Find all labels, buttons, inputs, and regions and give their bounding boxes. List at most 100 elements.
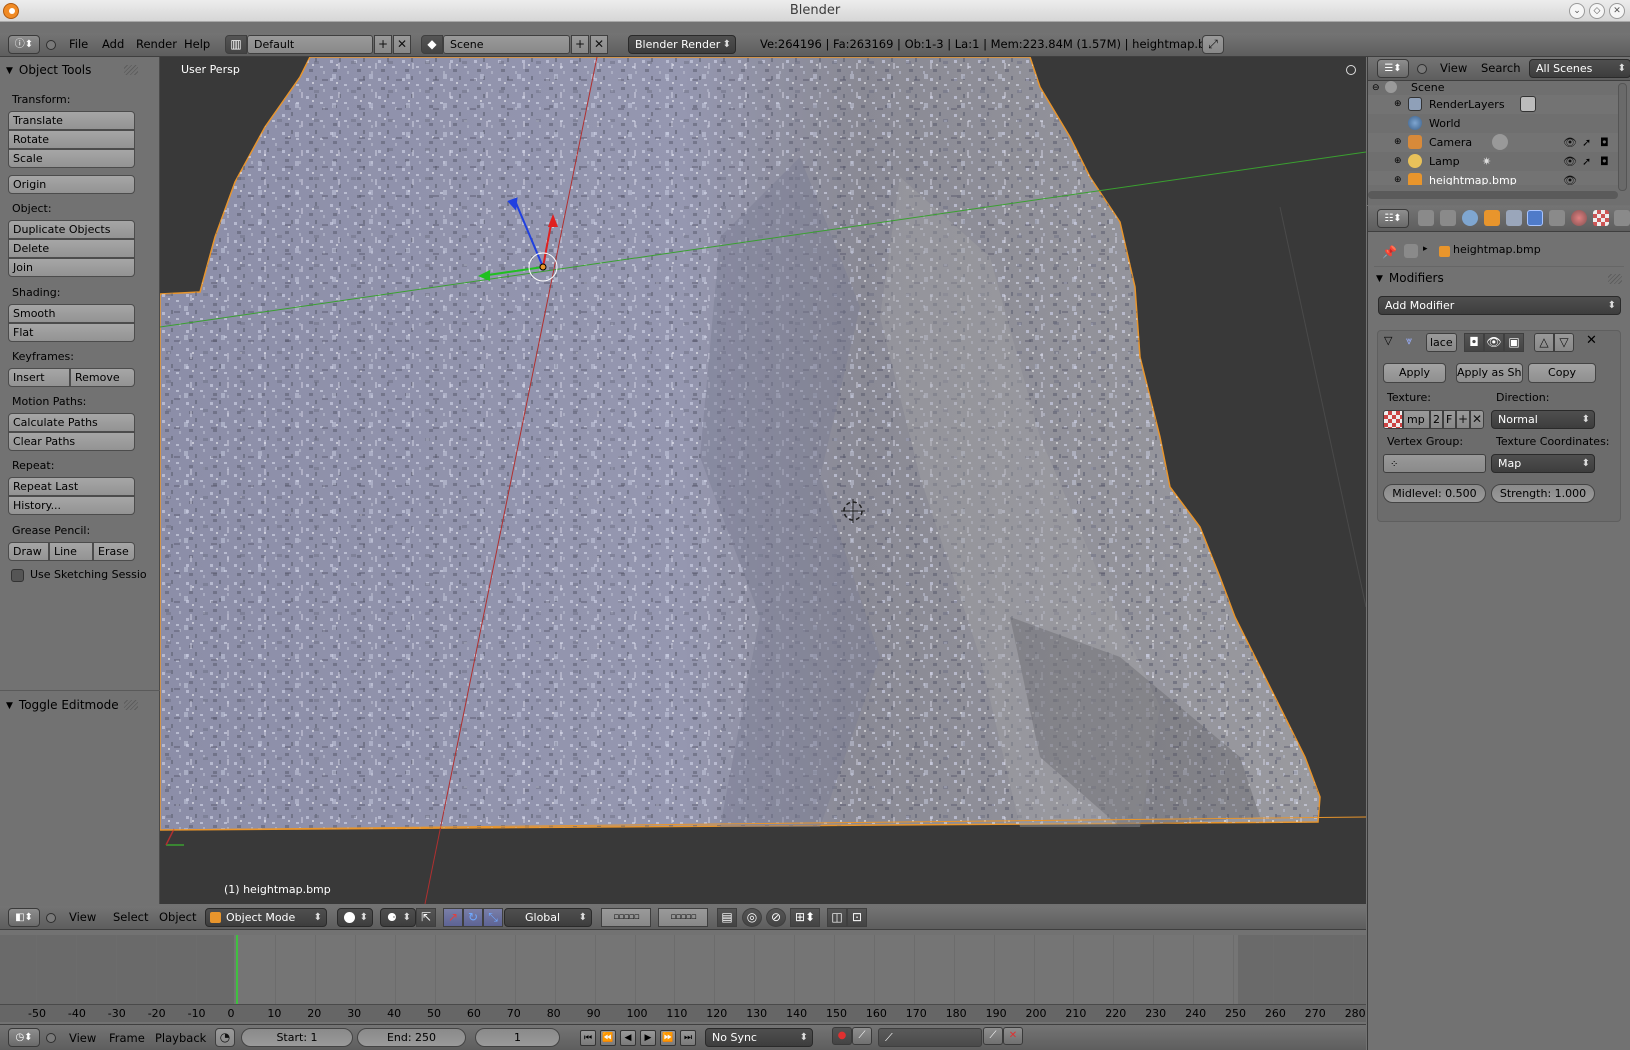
texture-tab-icon[interactable] [1593, 210, 1609, 226]
outliner-row-heightmap[interactable]: ⊕ heightmap.bmp 👁 [1368, 171, 1618, 185]
modifiers-tab-icon[interactable] [1527, 210, 1543, 226]
maximize-icon[interactable]: ◇ [1589, 3, 1605, 19]
texture-name-field[interactable]: mp [1403, 410, 1430, 429]
constraints-tab-icon[interactable] [1506, 210, 1522, 226]
panel-grip-icon[interactable] [124, 65, 138, 75]
scene-icon[interactable]: ◆ [421, 35, 443, 54]
scale-manipulator-icon[interactable]: ⤡ [483, 908, 503, 927]
visibility-eye-icon[interactable]: 👁 [1563, 133, 1577, 152]
next-keyframe-icon[interactable]: ⏩ [660, 1030, 676, 1046]
texture-users-field[interactable]: 2 [1430, 410, 1443, 429]
object-tools-header[interactable]: Object Tools [6, 60, 91, 82]
manipulator-toggle-icon[interactable]: ⇱ [416, 908, 436, 927]
outliner-row-world[interactable]: World [1368, 114, 1618, 133]
outliner-row-camera[interactable]: ⊕ Camera 👁 ➚ ◘ [1368, 133, 1618, 152]
shading-dropdown[interactable] [337, 908, 373, 927]
header-collapse-icon[interactable] [46, 1033, 56, 1043]
mode-dropdown[interactable]: Object Mode [205, 908, 327, 927]
sync-mode-dropdown[interactable]: No Sync [705, 1028, 813, 1047]
prev-keyframe-icon[interactable]: ⏪ [600, 1030, 616, 1046]
history-button[interactable]: History... [8, 496, 135, 515]
screen-layout-icon[interactable]: ▥ [225, 35, 247, 54]
info-editor-type-icon[interactable]: ⓘ⬍ [8, 35, 40, 54]
play-reverse-icon[interactable]: ◀ [620, 1030, 636, 1046]
render-toggle-icon[interactable]: ◘ [1464, 333, 1484, 352]
timeline-menu-view[interactable]: View [64, 1027, 101, 1049]
current-frame-field[interactable]: 1 [475, 1028, 560, 1047]
lock-layers-icon[interactable]: ▤ [717, 908, 737, 927]
camera-data-icon[interactable] [1492, 134, 1508, 150]
keyframe-type-icon[interactable]: ⟋ [852, 1027, 872, 1045]
render-preview-icon[interactable]: ◫ [827, 908, 847, 927]
visibility-eye-icon[interactable]: 👁 [1563, 152, 1577, 171]
strength-field[interactable]: Strength: 1.000 [1491, 484, 1595, 503]
render-camera-icon[interactable]: ◘ [1600, 152, 1609, 171]
outliner-horizontal-scrollbar[interactable] [1368, 191, 1618, 199]
add-scene-icon[interactable]: + [571, 35, 589, 54]
layers-row2-icon[interactable]: ▫▫▫▫▫ [658, 908, 708, 927]
add-screen-icon[interactable]: + [374, 35, 392, 54]
panel-grip-icon[interactable] [124, 700, 138, 710]
new-texture-icon[interactable]: + [1456, 410, 1470, 429]
clear-paths-button[interactable]: Clear Paths [8, 432, 135, 451]
expand-icon[interactable]: ⊕ [1394, 152, 1402, 171]
auto-keyframe-icon[interactable]: ● [832, 1027, 852, 1045]
expand-icon[interactable]: ⊕ [1394, 133, 1402, 152]
timeline-menu-frame[interactable]: Frame [104, 1027, 150, 1049]
menu-add[interactable]: Add [97, 33, 129, 55]
material-tab-icon[interactable] [1571, 210, 1587, 226]
scene-field[interactable]: Scene [443, 35, 570, 54]
lamp-data-icon[interactable]: ✷ [1482, 152, 1491, 171]
properties-editor-type-icon[interactable]: ☷⬍ [1377, 209, 1409, 228]
editmode-toggle-icon[interactable]: ▣ [1504, 333, 1524, 352]
timeline-editor-type-icon[interactable]: ◷⬍ [8, 1028, 40, 1047]
expand-icon[interactable]: ⊖ [1372, 81, 1380, 95]
grease-erase-button[interactable]: Erase [93, 542, 135, 561]
object-tab-icon[interactable] [1484, 210, 1500, 226]
header-collapse-icon[interactable] [1417, 64, 1427, 74]
transform-orientation-dropdown[interactable]: Global [504, 908, 592, 927]
grease-line-button[interactable]: Line [49, 542, 93, 561]
delete-button[interactable]: Delete [8, 239, 135, 258]
close-icon[interactable]: ✕ [1609, 3, 1625, 19]
visibility-eye-icon[interactable]: 👁 [1563, 171, 1577, 185]
rotate-manipulator-icon[interactable]: ↻ [463, 908, 483, 927]
insert-keyframe-icon[interactable]: ⟋ [983, 1027, 1003, 1045]
scale-button[interactable]: Scale [8, 149, 135, 168]
timeline-ruler[interactable]: -50 -40 -30 -20 -10 0 10 20 30 40 50 60 70 80 90 100 110… [0, 1004, 1366, 1022]
outliner-row-scene[interactable]: ⊖ Scene [1368, 81, 1618, 95]
screen-layout-field[interactable]: Default [247, 35, 373, 54]
modifier-name-field[interactable]: lace [1426, 333, 1457, 352]
outliner-editor-type-icon[interactable]: ☰⬍ [1377, 59, 1409, 78]
delete-keyframe-icon[interactable]: ✕ [1003, 1027, 1023, 1045]
expand-icon[interactable]: ⊕ [1394, 95, 1402, 114]
scene-layers-icon[interactable]: ▫▫▫▫▫ [601, 908, 651, 927]
falloff-icon[interactable]: ⊘ [766, 908, 786, 927]
render-layer-icon[interactable] [1520, 96, 1536, 112]
render-camera-icon[interactable]: ◘ [1600, 133, 1609, 152]
outliner-row-lamp[interactable]: ⊕ Lamp ✷ 👁 ➚ ◘ [1368, 152, 1618, 171]
repeat-last-button[interactable]: Repeat Last [8, 477, 135, 496]
direction-dropdown[interactable]: Normal [1491, 410, 1595, 429]
preview-range-icon[interactable]: ◔ [215, 1028, 235, 1047]
insert-keyframe-button[interactable]: Insert [8, 368, 70, 387]
remove-modifier-icon[interactable]: ✕ [1586, 333, 1597, 348]
mesh-data-tab-icon[interactable] [1549, 210, 1565, 226]
display-mode-dropdown[interactable]: All Scenes [1529, 59, 1630, 78]
jump-end-icon[interactable]: ⏭ [680, 1030, 696, 1046]
duplicate-objects-button[interactable]: Duplicate Objects [8, 220, 135, 239]
menu-help[interactable]: Help [179, 33, 215, 55]
copy-button[interactable]: Copy [1528, 363, 1596, 383]
menu-object[interactable]: Object [154, 906, 201, 928]
grease-draw-button[interactable]: Draw [8, 542, 49, 561]
apply-button[interactable]: Apply [1383, 363, 1446, 383]
pivot-point-dropdown[interactable]: ⚈ [380, 908, 416, 927]
modifiers-panel-header[interactable]: Modifiers [1376, 268, 1444, 290]
pin-icon[interactable]: 📌 [1382, 245, 1397, 259]
fake-user-toggle[interactable]: F [1443, 410, 1456, 429]
panel-grip-icon[interactable] [1608, 274, 1622, 284]
render-tab-icon[interactable] [1418, 210, 1434, 226]
jump-start-icon[interactable]: ⏮ [580, 1030, 596, 1046]
translate-manipulator-icon[interactable]: ↗ [443, 908, 463, 927]
apply-as-shape-button[interactable]: Apply as Sha [1456, 363, 1523, 383]
